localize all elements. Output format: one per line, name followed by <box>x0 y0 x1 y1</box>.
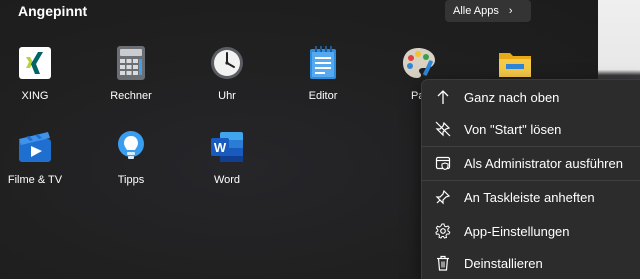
all-apps-button[interactable]: Alle Apps › <box>445 0 531 22</box>
menu-item-run-as-admin[interactable]: Als Administrator ausführen <box>422 148 640 178</box>
xing-icon <box>18 46 52 80</box>
file-explorer-icon <box>498 46 532 80</box>
app-label: Rechner <box>110 90 152 102</box>
menu-item-pin-taskbar[interactable]: An Taskleiste anheften <box>422 182 640 212</box>
menu-item-unpin-start[interactable]: Von "Start" lösen <box>422 114 640 144</box>
app-tile-tipps[interactable]: Tipps <box>89 122 173 192</box>
menu-item-label: An Taskleiste anheften <box>464 189 595 205</box>
gear-icon <box>434 222 452 240</box>
pin-icon <box>434 188 452 206</box>
trash-icon <box>434 254 452 272</box>
all-apps-label: Alle Apps <box>453 5 499 17</box>
menu-item-app-settings[interactable]: App-Einstellungen <box>422 216 640 246</box>
menu-item-label: Von "Start" lösen <box>464 121 562 137</box>
notepad-icon <box>306 46 340 80</box>
movies-tv-icon <box>18 130 52 164</box>
tips-icon <box>114 130 148 164</box>
calculator-icon <box>114 46 148 80</box>
menu-item-move-to-top[interactable]: Ganz nach oben <box>422 82 640 112</box>
app-label: Editor <box>308 90 338 102</box>
unpin-icon <box>434 120 452 138</box>
clock-icon <box>210 46 244 80</box>
paint-icon <box>402 46 436 80</box>
svg-text:W: W <box>214 140 227 155</box>
app-tile-word[interactable]: W Word <box>185 122 269 192</box>
menu-item-uninstall[interactable]: Deinstallieren <box>422 248 640 278</box>
app-tile-rechner[interactable]: Rechner <box>89 38 173 108</box>
word-icon: W <box>210 130 244 164</box>
app-label: Word <box>213 174 241 186</box>
app-label: Uhr <box>218 90 236 102</box>
arrow-up-icon <box>434 88 452 106</box>
menu-separator <box>422 180 640 181</box>
menu-separator <box>422 146 640 147</box>
app-tile-uhr[interactable]: Uhr <box>185 38 269 108</box>
admin-shield-icon <box>434 154 452 172</box>
app-tile-filme-tv[interactable]: Filme & TV <box>0 122 77 192</box>
app-label: Tipps <box>117 174 145 186</box>
menu-item-label: Deinstallieren <box>464 255 543 271</box>
app-tile-xing[interactable]: XING <box>0 38 77 108</box>
app-label: Filme & TV <box>7 174 63 186</box>
chevron-right-icon: › <box>508 5 513 17</box>
pinned-section-title: Angepinnt <box>18 3 88 19</box>
menu-item-label: App-Einstellungen <box>464 223 570 239</box>
menu-item-label: Ganz nach oben <box>464 89 560 105</box>
app-tile-editor[interactable]: Editor <box>281 38 365 108</box>
context-menu: Ganz nach oben Von "Start" lösen Als Adm… <box>421 79 640 279</box>
menu-item-label: Als Administrator ausführen <box>464 155 623 171</box>
app-label: XING <box>21 90 49 102</box>
